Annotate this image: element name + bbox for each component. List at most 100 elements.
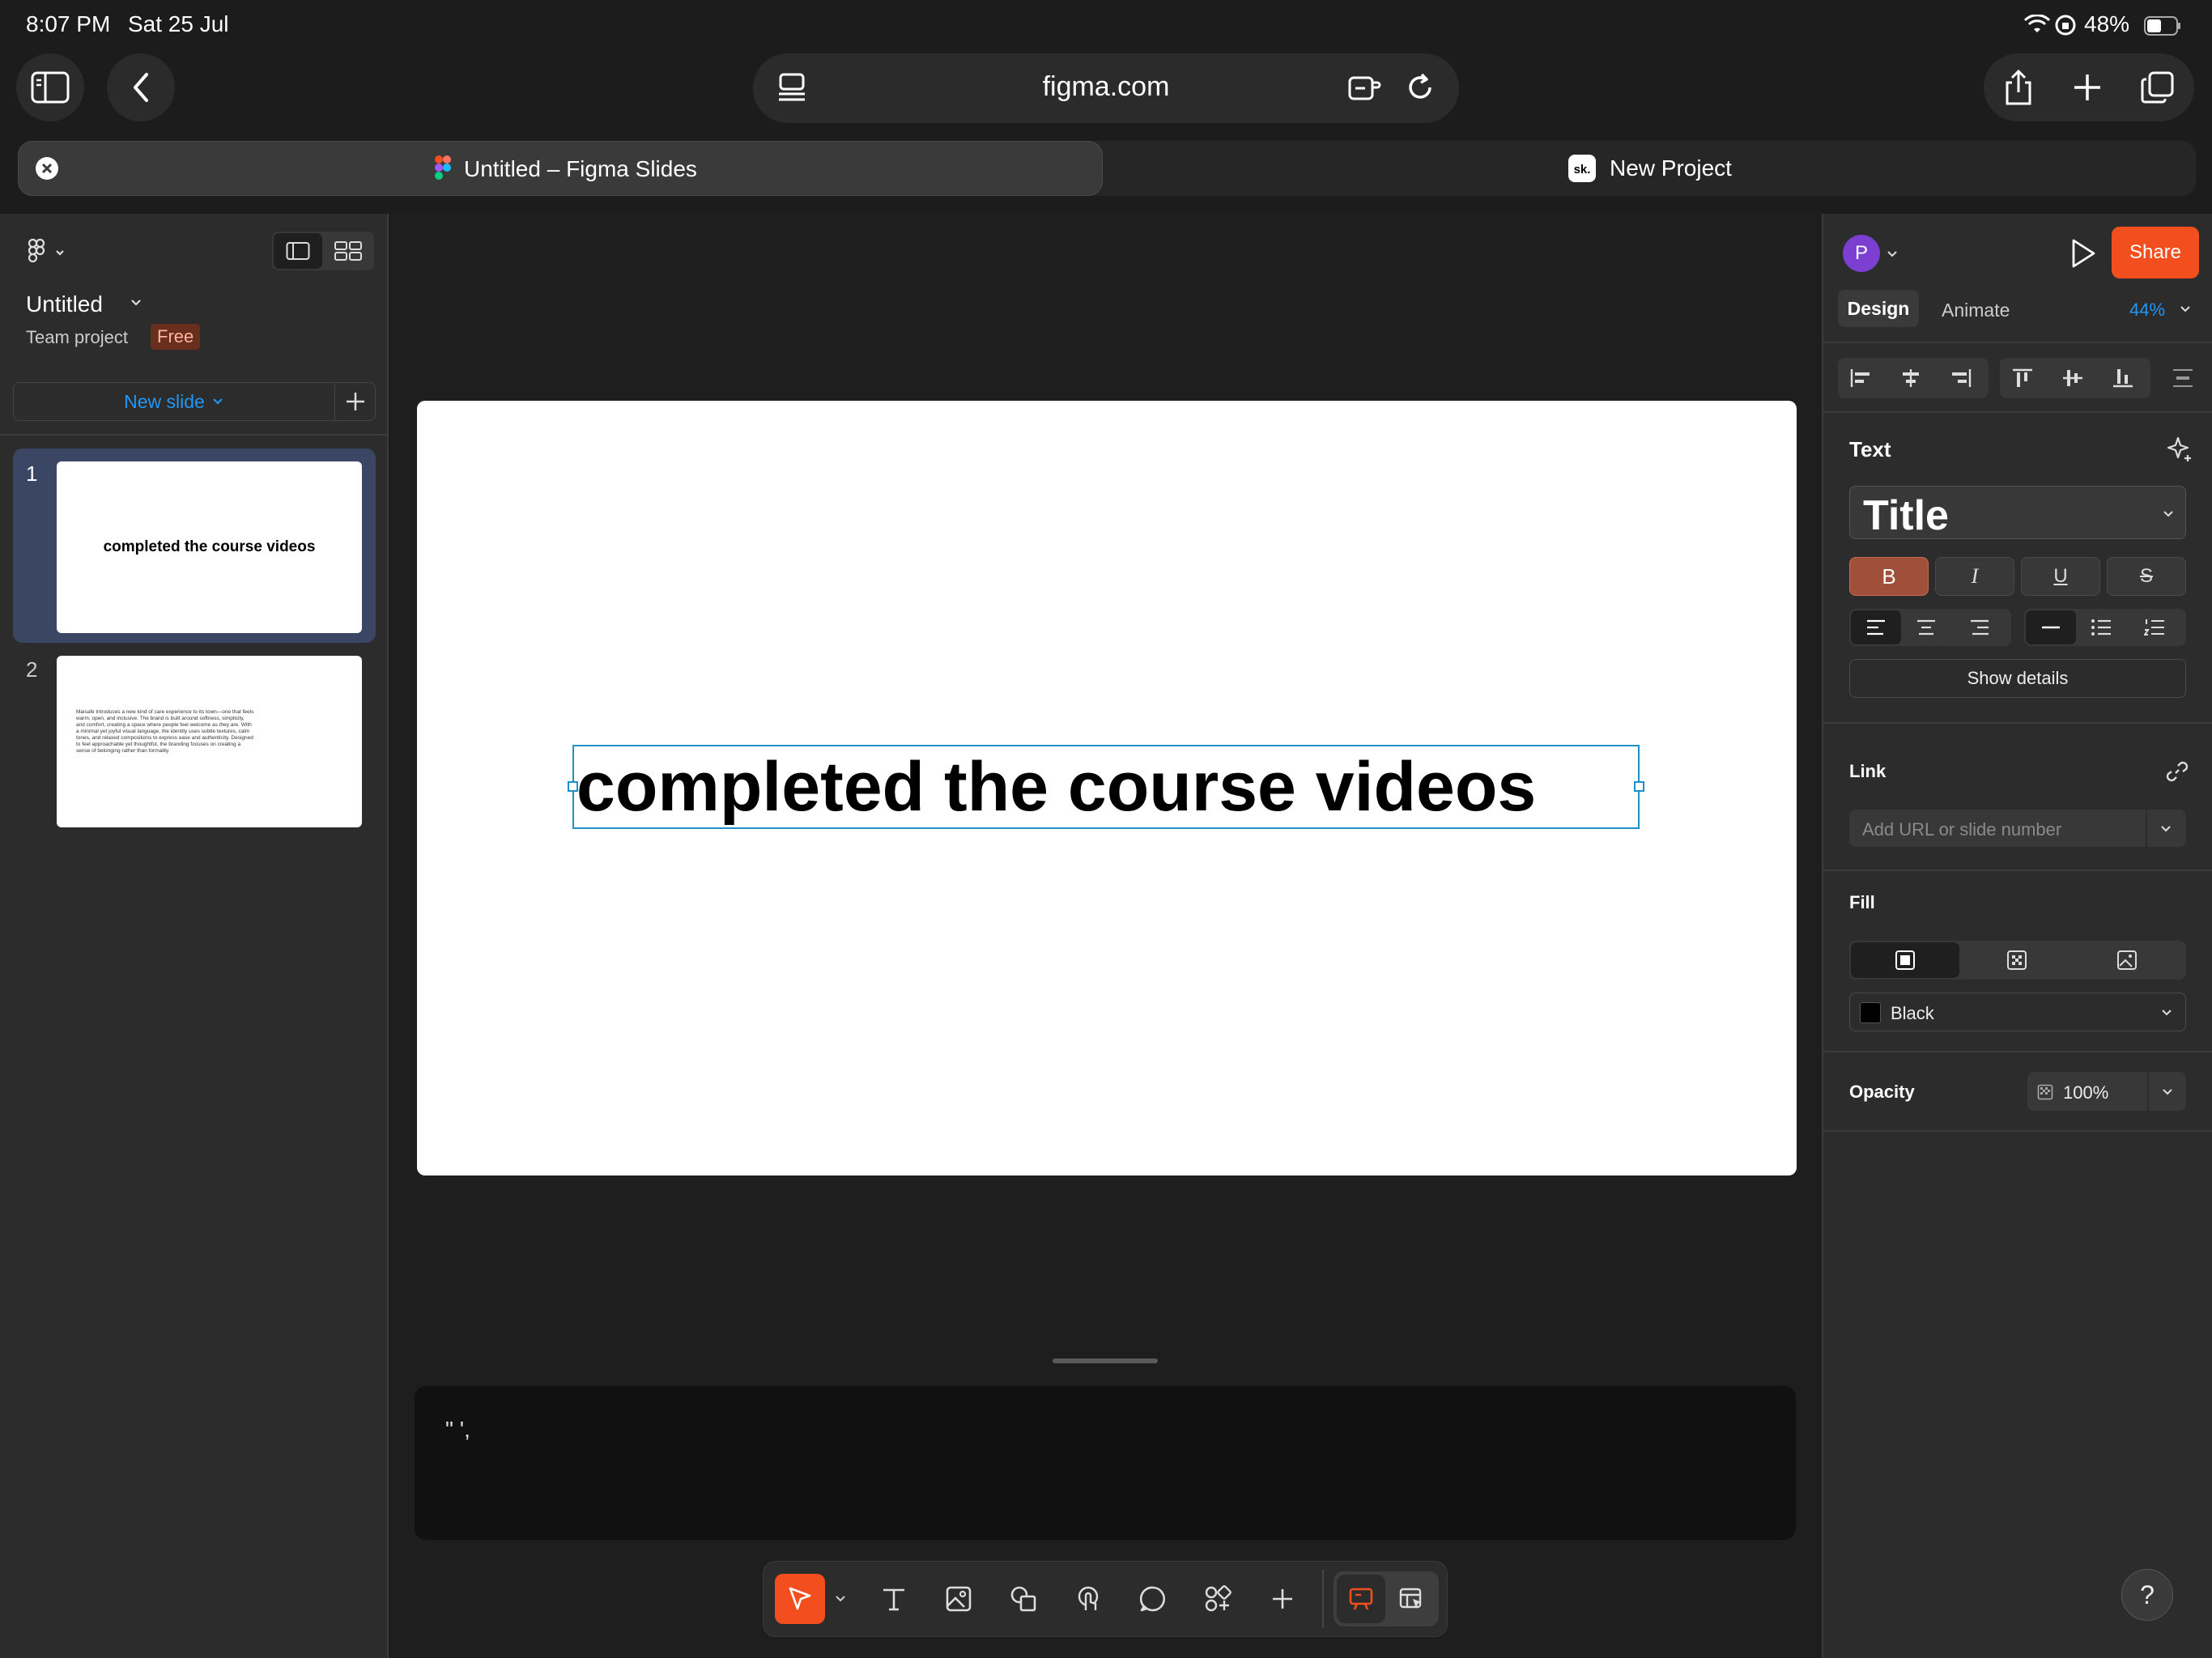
- tab-figma-slides[interactable]: Untitled – Figma Slides: [18, 141, 1103, 196]
- add-slide-button[interactable]: [336, 383, 375, 420]
- link-input[interactable]: Add URL or slide number: [1849, 810, 2186, 847]
- opacity-input[interactable]: 100%: [2027, 1072, 2186, 1111]
- no-list-button[interactable]: [2026, 610, 2076, 644]
- bold-button[interactable]: B: [1849, 557, 1929, 596]
- chevron-down-icon[interactable]: [835, 1594, 846, 1604]
- assets-tool-button[interactable]: [1193, 1574, 1243, 1624]
- divider: [1823, 411, 2212, 413]
- interactive-tool-button[interactable]: [1063, 1574, 1113, 1624]
- align-right-icon[interactable]: [1950, 368, 1972, 389]
- properties-panel: P Share Design Animate 44% Text Title B: [1822, 214, 2212, 1658]
- image-tool-button[interactable]: [934, 1574, 984, 1624]
- ai-sparkle-icon[interactable]: [2167, 436, 2194, 463]
- insert-button[interactable]: [1257, 1574, 1308, 1624]
- divider: [1322, 1570, 1324, 1628]
- address-bar[interactable]: figma.com: [753, 53, 1459, 123]
- text-style-select[interactable]: Title: [1849, 486, 2186, 539]
- link-placeholder: Add URL or slide number: [1862, 819, 2062, 840]
- gradient-fill-icon[interactable]: [2006, 950, 2027, 971]
- resize-handle-left[interactable]: [568, 781, 578, 792]
- chevron-down-icon[interactable]: [2160, 824, 2172, 834]
- shape-tool-button[interactable]: [998, 1574, 1049, 1624]
- divider: [0, 434, 389, 436]
- align-bottom-icon[interactable]: [2112, 368, 2134, 389]
- align-center-h-icon[interactable]: [1899, 368, 1922, 389]
- text-tool-button[interactable]: [869, 1574, 919, 1624]
- tab-title: New Project: [1610, 155, 1732, 181]
- speaker-notes[interactable]: " ',: [415, 1386, 1796, 1540]
- text-align-right-icon[interactable]: [1969, 619, 1990, 636]
- back-button[interactable]: [107, 53, 175, 121]
- align-middle-icon[interactable]: [2061, 368, 2084, 389]
- new-tab-icon[interactable]: [2071, 71, 2104, 104]
- show-details-label: Show details: [1967, 668, 2069, 688]
- tab-design[interactable]: Design: [1838, 290, 1919, 327]
- new-slide-control: New slide: [13, 382, 376, 421]
- distribute-icon[interactable]: [2172, 368, 2194, 389]
- solid-fill-icon: [1895, 950, 1915, 970]
- help-label: ?: [2140, 1579, 2155, 1609]
- chevron-down-icon[interactable]: [2180, 304, 2191, 314]
- fill-color-select[interactable]: Black: [1849, 993, 2186, 1031]
- text-selection-box[interactable]: [572, 745, 1640, 829]
- file-title[interactable]: Untitled: [26, 291, 103, 317]
- slide-preview-2[interactable]: Maisafe introduces a new kind of care ex…: [57, 656, 362, 827]
- bullet-list-icon[interactable]: [2091, 619, 2112, 636]
- sidebar-icon: [31, 71, 70, 104]
- close-tab-icon[interactable]: [35, 156, 59, 181]
- text-align-group: [1849, 609, 2011, 646]
- italic-button[interactable]: I: [1935, 557, 2014, 596]
- align-top-icon[interactable]: [2011, 368, 2034, 389]
- figma-menu-icon[interactable]: [26, 238, 74, 266]
- play-icon[interactable]: [2066, 236, 2099, 270]
- solid-fill-button[interactable]: [1851, 942, 1959, 978]
- slides-panel: Untitled Team project Free New slide 1 c…: [0, 214, 389, 1658]
- single-view-button[interactable]: [274, 233, 322, 269]
- avatar-initial: P: [1854, 242, 1868, 264]
- show-details-button[interactable]: Show details: [1849, 659, 2186, 698]
- grid-view-button[interactable]: [324, 233, 372, 269]
- align-left-icon[interactable]: [1849, 368, 1872, 389]
- notes-resize-handle[interactable]: [1053, 1358, 1158, 1363]
- chevron-down-icon[interactable]: [130, 298, 143, 308]
- link-icon[interactable]: [2165, 759, 2189, 784]
- sidebar-toggle-button[interactable]: [16, 53, 84, 121]
- notes-text[interactable]: " ',: [445, 1417, 470, 1443]
- zoom-level[interactable]: 44%: [2129, 300, 2165, 321]
- fill-color-name: Black: [1891, 1003, 1934, 1023]
- text-align-left-button[interactable]: [1851, 610, 1901, 644]
- single-view-icon: [286, 242, 310, 260]
- resize-handle-right[interactable]: [1634, 781, 1644, 792]
- divider: [1823, 869, 2212, 871]
- slide-preview-1[interactable]: completed the course videos: [57, 461, 362, 633]
- share-icon[interactable]: [2002, 68, 2035, 107]
- extension-icon[interactable]: [1347, 71, 1383, 104]
- avatar[interactable]: P: [1843, 235, 1880, 272]
- reload-icon[interactable]: [1404, 71, 1436, 104]
- figma-logo-icon: [435, 155, 451, 181]
- tab-animate[interactable]: Animate: [1942, 300, 2010, 321]
- help-button[interactable]: ?: [2121, 1569, 2173, 1621]
- italic-label: I: [1971, 564, 1979, 588]
- strikethrough-button[interactable]: S: [2107, 557, 2186, 596]
- move-tool-button[interactable]: [775, 1574, 825, 1624]
- design-mode-button[interactable]: [1387, 1575, 1436, 1623]
- image-icon: [946, 1586, 972, 1612]
- share-button[interactable]: Share: [2112, 227, 2199, 278]
- slide-mode-button[interactable]: [1337, 1575, 1385, 1623]
- chevron-down-icon: [2161, 1008, 2172, 1018]
- tab-overview-icon[interactable]: [2140, 70, 2176, 105]
- new-slide-button[interactable]: New slide: [14, 383, 335, 420]
- chevron-down-icon[interactable]: [2162, 1087, 2173, 1097]
- status-bar: 8:07 PM Sat 25 Jul 48%: [0, 0, 2212, 52]
- horizontal-align-group: [1838, 358, 1989, 398]
- tab-new-project[interactable]: sk. New Project: [1103, 141, 2196, 196]
- underline-button[interactable]: U: [2021, 557, 2100, 596]
- image-fill-icon[interactable]: [2116, 950, 2138, 971]
- comment-tool-button[interactable]: [1128, 1574, 1178, 1624]
- text-icon: [883, 1588, 904, 1611]
- chevron-down-icon[interactable]: [1887, 249, 1898, 259]
- text-section-label: Text: [1849, 437, 1891, 461]
- text-align-center-icon[interactable]: [1916, 619, 1937, 636]
- numbered-list-icon[interactable]: [2144, 619, 2165, 636]
